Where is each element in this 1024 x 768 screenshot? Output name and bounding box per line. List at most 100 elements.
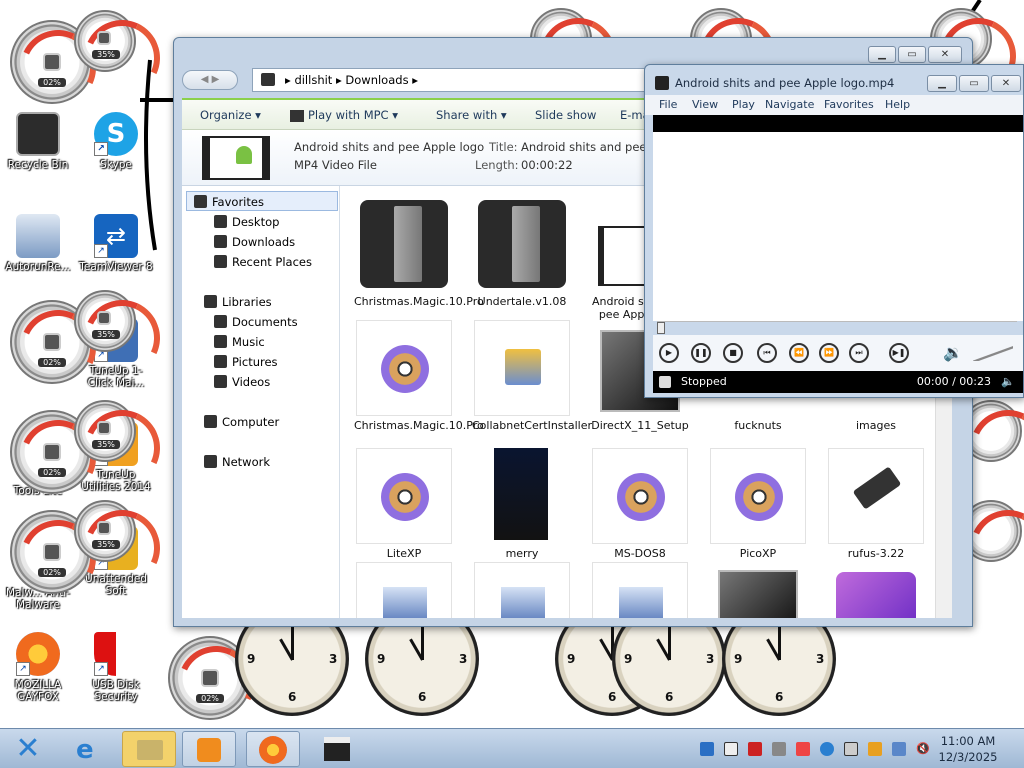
gauge-ram-icon (97, 311, 111, 325)
nav-favorites[interactable]: Favorites (194, 195, 264, 209)
tray-devices-icon[interactable] (892, 742, 906, 756)
visual-studio-icon (836, 572, 916, 618)
menu-favorites[interactable]: Favorites (824, 98, 874, 111)
taskbar-clock[interactable]: 11:00 AM 12/3/2025 (938, 733, 998, 765)
gauge-ram-icon (97, 521, 111, 535)
ram-gauge-gadget[interactable]: 35% (74, 290, 136, 352)
tray-volume-muted-icon[interactable]: 🔇 (916, 742, 930, 756)
file-item[interactable]: LiteXP (354, 448, 454, 560)
tray-people-icon[interactable] (868, 742, 882, 756)
nav-pictures[interactable]: Pictures (214, 355, 278, 369)
ram-gauge-gadget[interactable]: 35% (74, 10, 136, 72)
nav-music[interactable]: Music (214, 335, 265, 349)
ram-gauge-gadget[interactable]: 35% (74, 400, 136, 462)
ram-gauge-gadget[interactable]: 35% (74, 500, 136, 562)
seek-bar[interactable] (657, 321, 1017, 334)
breadcrumb-downloads[interactable]: Downloads (345, 73, 408, 87)
video-area[interactable] (653, 115, 1023, 132)
file-item[interactable] (826, 562, 926, 618)
menu-file[interactable]: File (659, 98, 677, 111)
installer-icon (505, 349, 541, 385)
tray-chat-icon[interactable] (772, 742, 786, 756)
taskbar-mpc-pinned[interactable] (310, 731, 364, 767)
file-item[interactable] (708, 562, 808, 618)
tray-info-icon[interactable] (820, 742, 834, 756)
frame-step-icon[interactable]: ▶❚ (889, 343, 909, 363)
firefox-icon (259, 736, 287, 764)
folder-icon (137, 740, 163, 760)
next-icon[interactable]: ⏭ (849, 343, 869, 363)
nav-libraries[interactable]: Libraries (204, 295, 272, 309)
file-item[interactable]: Christmas.Magic.10.Pro (354, 196, 484, 308)
autorun-icon (16, 214, 60, 258)
taskbar-explorer[interactable] (122, 731, 176, 767)
stop-icon[interactable]: ■ (723, 343, 743, 363)
file-item[interactable]: Christmas.Magic.10.Pro (354, 320, 484, 432)
previous-icon[interactable]: ⏮ (757, 343, 777, 363)
minimize-button[interactable]: ▁ (868, 46, 896, 63)
file-item[interactable] (590, 562, 690, 618)
start-button[interactable]: ✕ (6, 732, 50, 766)
mute-icon[interactable]: 🔈 (1001, 371, 1015, 393)
disc-image-icon (617, 473, 665, 521)
nav-documents[interactable]: Documents (214, 315, 298, 329)
tray-network-icon[interactable] (700, 742, 714, 756)
file-item[interactable]: merry (472, 448, 572, 560)
disc-image-icon (735, 473, 783, 521)
menu-view[interactable]: View (692, 98, 718, 111)
desktop-icon-autorun[interactable]: AutorunRe... (0, 214, 76, 273)
mpc-close-button[interactable]: ✕ (991, 75, 1021, 92)
mpc-maximize-button[interactable]: ▭ (959, 75, 989, 92)
file-item[interactable]: PicoXP (708, 448, 808, 560)
tray-monitor-icon[interactable] (844, 742, 858, 756)
play-with-mpc-button[interactable]: Play with MPC ▾ (290, 108, 398, 122)
mpc-menu-bar: File View Play Navigate Favorites Help (645, 95, 1023, 115)
rewind-icon[interactable]: ⏪ (789, 343, 809, 363)
breadcrumb-dillshit[interactable]: dillshit (294, 73, 332, 87)
nav-recent-places[interactable]: Recent Places (214, 255, 312, 269)
share-with-menu[interactable]: Share with ▾ (436, 108, 507, 122)
file-item[interactable] (354, 562, 454, 618)
file-item[interactable]: CollabnetCertInstaller (472, 320, 592, 432)
play-icon[interactable]: ▶ (659, 343, 679, 363)
mpc-minimize-button[interactable]: ▁ (927, 75, 957, 92)
desktop-icon-usb-disk-security[interactable]: ↗ USB Disk Security (78, 632, 154, 703)
volume-slider[interactable] (973, 345, 1013, 361)
tray-lav-icon[interactable] (724, 742, 738, 756)
downloads-icon (214, 235, 227, 248)
seek-knob[interactable] (657, 322, 665, 334)
taskbar-mpc[interactable] (182, 731, 236, 767)
file-item[interactable]: rufus-3.22 (826, 448, 926, 560)
file-item[interactable]: Undertale.v1.08 (472, 196, 572, 308)
taskbar-firefox[interactable] (246, 731, 300, 767)
taskbar-internet-explorer[interactable]: e (64, 731, 118, 767)
desktop-icon (214, 215, 227, 228)
nav-network[interactable]: Network (204, 455, 270, 469)
pictures-icon (214, 355, 227, 368)
nav-downloads[interactable]: Downloads (214, 235, 295, 249)
volume-icon[interactable]: 🔉 (943, 343, 963, 362)
back-forward-buttons[interactable]: ◀ ▶ (182, 70, 238, 90)
status-icon (659, 376, 671, 388)
menu-navigate[interactable]: Navigate (765, 98, 814, 111)
file-item[interactable] (472, 562, 572, 618)
player-area[interactable] (653, 132, 1023, 321)
player-controls: ▶ ❚❚ ■ ⏮ ⏪ ⏩ ⏭ ▶❚ 🔉 (653, 335, 1023, 371)
menu-help[interactable]: Help (885, 98, 910, 111)
nav-desktop[interactable]: Desktop (214, 215, 279, 229)
desktop-icon-recycle-bin[interactable]: Recycle Bin (0, 112, 76, 171)
nav-computer[interactable]: Computer (204, 415, 279, 429)
tray-flag-icon[interactable] (796, 742, 810, 756)
mpc-window[interactable]: Android shits and pee Apple logo.mp4 ▁ ▭… (644, 64, 1024, 398)
fast-forward-icon[interactable]: ⏩ (819, 343, 839, 363)
file-item[interactable]: MS-DOS8 (590, 448, 690, 560)
tray-lav-audio-icon[interactable] (748, 742, 762, 756)
close-button[interactable]: ✕ (928, 46, 962, 63)
menu-play[interactable]: Play (732, 98, 755, 111)
slide-show-button[interactable]: Slide show (535, 108, 596, 122)
maximize-button[interactable]: ▭ (898, 46, 926, 63)
organize-menu[interactable]: Organize ▾ (200, 108, 261, 122)
desktop-icon-firefox[interactable]: ↗ MOZILLA GAYFOX (0, 632, 76, 703)
pause-icon[interactable]: ❚❚ (691, 343, 711, 363)
nav-videos[interactable]: Videos (214, 375, 270, 389)
